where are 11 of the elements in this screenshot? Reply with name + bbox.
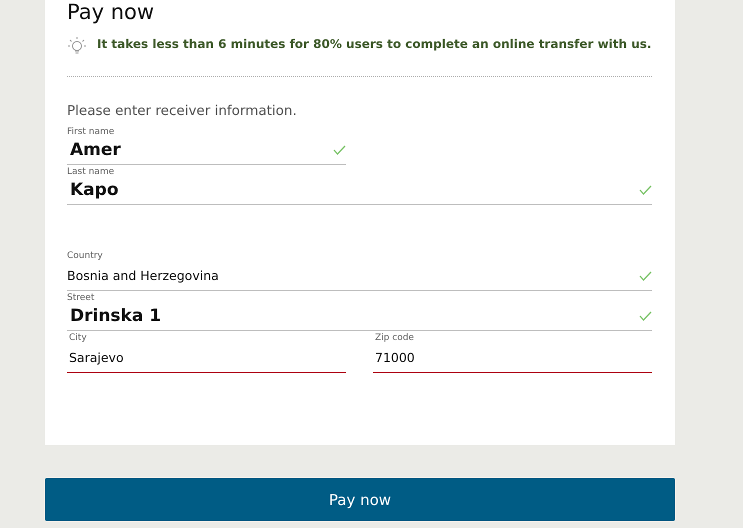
tip-text: It takes less than 6 minutes for 80% users to complete an online transfer with us. bbox=[97, 36, 652, 53]
pay-now-button[interactable]: Pay now bbox=[45, 478, 675, 521]
input-field[interactable]: First name Amer bbox=[67, 127, 346, 165]
input-field[interactable]: Zip code 71000 bbox=[373, 333, 652, 373]
page-title: Pay now bbox=[67, 0, 156, 24]
input-field[interactable]: Country Bosnia and Herzegovina bbox=[67, 251, 652, 291]
input-field[interactable]: Street Drinska 1 bbox=[67, 293, 652, 331]
instruction-text: Please enter receiver information. bbox=[67, 103, 298, 119]
input-field[interactable]: City Sarajevo bbox=[67, 333, 346, 373]
lightbulb-icon bbox=[67, 36, 87, 56]
input-field[interactable]: Last name Kapo bbox=[67, 167, 652, 205]
